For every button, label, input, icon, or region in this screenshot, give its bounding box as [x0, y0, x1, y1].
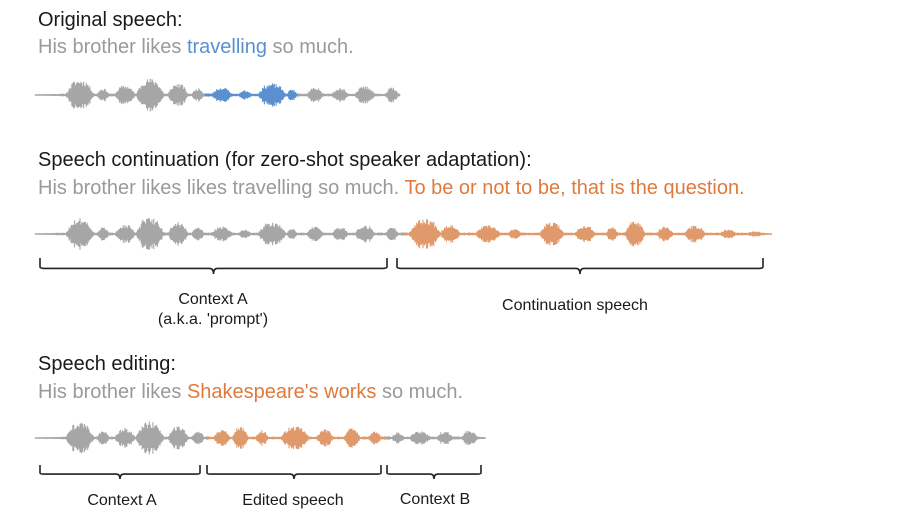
bracket-edited-speech: [206, 465, 382, 480]
editing-wave-edited: [207, 426, 386, 450]
editing-wave-context-a: [34, 421, 209, 455]
waveforms: [34, 78, 772, 455]
original-wave-blue: [204, 83, 299, 107]
original-wave-gray-b: [297, 86, 401, 104]
bracket-editing-context-a: [39, 465, 201, 480]
bracket-continuation-speech: [396, 258, 764, 275]
bracket-context-a-prompt: [39, 258, 388, 275]
continuation-wave-generated: [404, 219, 772, 249]
bracket-editing-context-b: [386, 465, 482, 480]
continuation-wave-context: [34, 218, 406, 250]
editing-wave-context-b: [385, 431, 486, 445]
waveform-diagram: [34, 78, 772, 480]
original-wave-gray-a: [34, 78, 205, 112]
